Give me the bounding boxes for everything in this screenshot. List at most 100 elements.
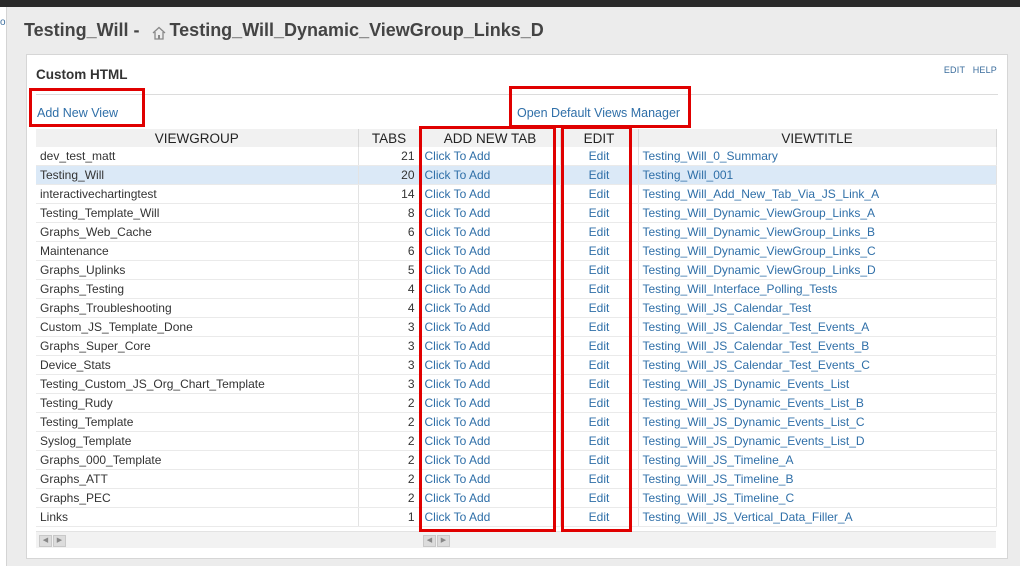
table-row[interactable]: interactivechartingtest 14 Click To Add Edi… <box>36 184 997 204</box>
table-row[interactable]: Graphs_000_Template 2 Click To Add Edit Test… <box>36 450 997 470</box>
table-row[interactable]: Graphs_Uplinks 5 Click To Add Edit Testing_W… <box>36 260 997 280</box>
edit-link[interactable]: Edit <box>560 450 639 470</box>
open-default-views-manager-link[interactable]: Open Default Views Manager <box>517 106 680 120</box>
edit-link[interactable]: Edit <box>560 355 639 375</box>
table-row[interactable]: Graphs_Super_Core 3 Click To Add Edit Testin… <box>36 336 997 356</box>
viewtitle-link[interactable]: Testing_Will_JS_Calendar_Test_Events_B <box>638 336 997 356</box>
viewtitle-link[interactable]: Testing_Will_Dynamic_ViewGroup_Links_C <box>638 241 997 261</box>
edit-link[interactable]: Edit <box>560 507 639 527</box>
click-to-add-link[interactable]: Click To Add <box>420 260 561 280</box>
click-to-add-link[interactable]: Click To Add <box>420 374 561 394</box>
click-to-add-link[interactable]: Click To Add <box>420 412 561 432</box>
col-header-viewgroup[interactable]: VIEWGROUP <box>36 129 359 147</box>
viewtitle-link[interactable]: Testing_Will_JS_Dynamic_Events_List_D <box>638 431 997 451</box>
edit-link[interactable]: Edit <box>560 317 639 337</box>
panel-help-link[interactable]: HELP <box>973 65 997 75</box>
click-to-add-link[interactable]: Click To Add <box>420 336 561 356</box>
table-row[interactable]: Links 1 Click To Add Edit Testing_Will_JS_Ve… <box>36 507 997 527</box>
viewtitle-link[interactable]: Testing_Will_JS_Dynamic_Events_List <box>638 374 997 394</box>
edit-link[interactable]: Edit <box>560 279 639 299</box>
viewtitle-link[interactable]: Testing_Will_Dynamic_ViewGroup_Links_D <box>638 260 997 280</box>
edit-link[interactable]: Edit <box>560 393 639 413</box>
scroll-right-icon[interactable]: ▶ <box>53 535 66 547</box>
viewtitle-link[interactable]: Testing_Will_JS_Timeline_A <box>638 450 997 470</box>
scroll-right-icon[interactable]: ▶ <box>437 535 450 547</box>
viewtitle-link[interactable]: Testing_Will_0_Summary <box>638 147 997 166</box>
viewtitle-link[interactable]: Testing_Will_Dynamic_ViewGroup_Links_B <box>638 222 997 242</box>
edit-link[interactable]: Edit <box>560 184 639 204</box>
edit-link[interactable]: Edit <box>560 374 639 394</box>
cell-tabs: 2 <box>358 393 421 413</box>
table-row[interactable]: Testing_Will 20 Click To Add Edit Testing_Wi… <box>36 165 997 185</box>
scroll-left-icon[interactable]: ◀ <box>39 535 52 547</box>
edit-link[interactable]: Edit <box>560 469 639 489</box>
click-to-add-link[interactable]: Click To Add <box>420 317 561 337</box>
table-row[interactable]: Testing_Rudy 2 Click To Add Edit Testing_Wil… <box>36 393 997 413</box>
edit-link[interactable]: Edit <box>560 431 639 451</box>
edit-link[interactable]: Edit <box>560 260 639 280</box>
edit-link[interactable]: Edit <box>560 336 639 356</box>
horizontal-scrollbar[interactable]: ◀ ▶ ◀ ▶ <box>36 531 996 548</box>
click-to-add-link[interactable]: Click To Add <box>420 450 561 470</box>
cell-viewgroup: Device_Stats <box>36 355 359 375</box>
click-to-add-link[interactable]: Click To Add <box>420 298 561 318</box>
click-to-add-link[interactable]: Click To Add <box>420 222 561 242</box>
table-row[interactable]: dev_test_matt 21 Click To Add Edit Testing_W… <box>36 147 997 166</box>
click-to-add-link[interactable]: Click To Add <box>420 241 561 261</box>
viewtitle-link[interactable]: Testing_Will_JS_Timeline_B <box>638 469 997 489</box>
click-to-add-link[interactable]: Click To Add <box>420 431 561 451</box>
edit-link[interactable]: Edit <box>560 165 639 185</box>
table-row[interactable]: Testing_Template_Will 8 Click To Add Edit Te… <box>36 203 997 223</box>
cell-tabs: 14 <box>358 184 421 204</box>
viewtitle-link[interactable]: Testing_Will_Dynamic_ViewGroup_Links_A <box>638 203 997 223</box>
viewtitle-link[interactable]: Testing_Will_JS_Calendar_Test_Events_A <box>638 317 997 337</box>
viewtitle-link[interactable]: Testing_Will_JS_Timeline_C <box>638 488 997 508</box>
click-to-add-link[interactable]: Click To Add <box>420 488 561 508</box>
click-to-add-link[interactable]: Click To Add <box>420 469 561 489</box>
cell-viewgroup: Testing_Custom_JS_Org_Chart_Template <box>36 374 359 394</box>
viewtitle-link[interactable]: Testing_Will_001 <box>638 165 997 185</box>
edit-link[interactable]: Edit <box>560 147 639 166</box>
click-to-add-link[interactable]: Click To Add <box>420 355 561 375</box>
table-row[interactable]: Maintenance 6 Click To Add Edit Testing_Will… <box>36 241 997 261</box>
edit-link[interactable]: Edit <box>560 203 639 223</box>
click-to-add-link[interactable]: Click To Add <box>420 507 561 527</box>
edit-link[interactable]: Edit <box>560 412 639 432</box>
edit-link[interactable]: Edit <box>560 298 639 318</box>
table-row[interactable]: Graphs_Web_Cache 6 Click To Add Edit Testing… <box>36 222 997 242</box>
click-to-add-link[interactable]: Click To Add <box>420 165 561 185</box>
col-header-viewtitle[interactable]: VIEWTITLE <box>638 129 997 147</box>
viewtitle-link[interactable]: Testing_Will_JS_Calendar_Test_Events_C <box>638 355 997 375</box>
click-to-add-link[interactable]: Click To Add <box>420 279 561 299</box>
table-row[interactable]: Graphs_PEC 2 Click To Add Edit Testing_Will_… <box>36 488 997 508</box>
edit-link[interactable]: Edit <box>560 241 639 261</box>
col-header-tabs[interactable]: TABS <box>358 129 421 147</box>
viewtitle-link[interactable]: Testing_Will_JS_Dynamic_Events_List_C <box>638 412 997 432</box>
viewtitle-link[interactable]: Testing_Will_JS_Dynamic_Events_List_B <box>638 393 997 413</box>
table-row[interactable]: Syslog_Template 2 Click To Add Edit Testing_… <box>36 431 997 451</box>
table-row[interactable]: Graphs_ATT 2 Click To Add Edit Testing_Will_… <box>36 469 997 489</box>
table-row[interactable]: Device_Stats 3 Click To Add Edit Testing_Wil… <box>36 355 997 375</box>
click-to-add-link[interactable]: Click To Add <box>420 203 561 223</box>
scroll-left-icon[interactable]: ◀ <box>423 535 436 547</box>
edit-link[interactable]: Edit <box>560 488 639 508</box>
table-row[interactable]: Testing_Custom_JS_Org_Chart_Template 3 Cli… <box>36 374 997 394</box>
viewtitle-link[interactable]: Testing_Will_JS_Vertical_Data_Filler_A <box>638 507 997 527</box>
click-to-add-link[interactable]: Click To Add <box>420 393 561 413</box>
table-row[interactable]: Graphs_Troubleshooting 4 Click To Add Edit T… <box>36 298 997 318</box>
col-header-add-new-tab[interactable]: ADD NEW TAB <box>420 129 561 147</box>
viewtitle-link[interactable]: Testing_Will_Interface_Polling_Tests <box>638 279 997 299</box>
add-new-view-link[interactable]: Add New View <box>37 106 118 120</box>
click-to-add-link[interactable]: Click To Add <box>420 184 561 204</box>
table-row[interactable]: Graphs_Testing 4 Click To Add Edit Testing_W… <box>36 279 997 299</box>
panel-edit-link[interactable]: EDIT <box>944 65 965 75</box>
click-to-add-link[interactable]: Click To Add <box>420 147 561 166</box>
table-row[interactable]: Testing_Template 2 Click To Add Edit Testing… <box>36 412 997 432</box>
edit-link[interactable]: Edit <box>560 222 639 242</box>
col-header-edit[interactable]: EDIT <box>560 129 639 147</box>
table-row[interactable]: Custom_JS_Template_Done 3 Click To Add Edit… <box>36 317 997 337</box>
left-nav-strip[interactable]: o <box>0 7 7 566</box>
viewtitle-link[interactable]: Testing_Will_JS_Calendar_Test <box>638 298 997 318</box>
viewtitle-link[interactable]: Testing_Will_Add_New_Tab_Via_JS_Link_A <box>638 184 997 204</box>
cell-viewgroup: Graphs_Super_Core <box>36 336 359 356</box>
